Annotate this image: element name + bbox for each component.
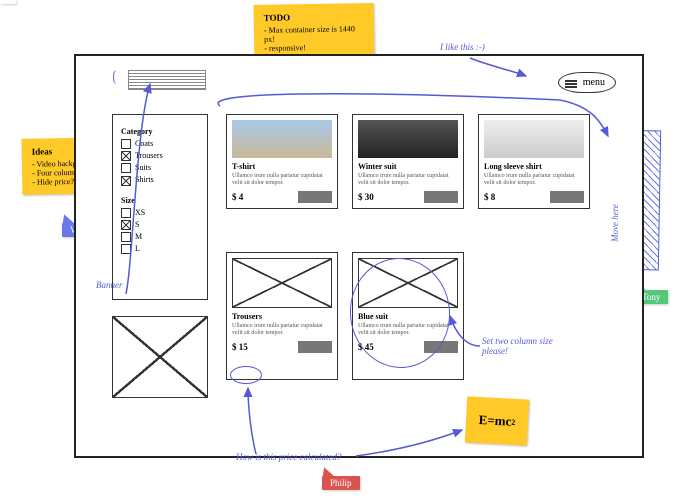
filter-option[interactable]: Coats — [121, 139, 199, 149]
filter-option[interactable]: S — [121, 220, 199, 230]
product-title: Trousers — [232, 312, 332, 321]
product-card[interactable]: Trousers Ullamco irure nulla pariatur cu… — [226, 252, 338, 380]
filters-panel[interactable]: Category Coats Trousers Suits Shirts Siz… — [112, 114, 208, 300]
annotation-price-q: How is this price calculated? — [236, 452, 342, 462]
image-placeholder[interactable] — [112, 316, 208, 398]
measure-icon: ⟮ — [112, 70, 117, 86]
annotation-circle-price — [230, 366, 262, 384]
sticky-todo-item: Max container size is 1440 px! — [264, 24, 364, 44]
product-price: $ 8 — [484, 192, 495, 202]
product-title: Long sleeve shirt — [484, 162, 584, 171]
product-card[interactable]: Long sleeve shirt Ullamco irure nulla pa… — [478, 114, 590, 209]
formula-text: E=mc — [478, 412, 511, 430]
annotation-move: Move here — [610, 204, 620, 242]
wireframe-canvas[interactable]: ⟮ menu Category Coats Trousers Suits Shi… — [74, 54, 644, 458]
product-desc: Ullamco irure nulla pariatur cupidatat v… — [232, 173, 332, 187]
buy-button[interactable] — [298, 341, 332, 353]
buy-button[interactable] — [298, 191, 332, 203]
product-desc: Ullamco irure nulla pariatur cupidatat v… — [232, 323, 332, 337]
sticky-todo-item: responsive! — [264, 42, 364, 53]
user-tag-philip: Philip — [322, 476, 360, 490]
menu-label: menu — [583, 77, 605, 88]
annotation-two-col: Set two column size please! — [482, 336, 572, 356]
product-card[interactable]: T-shirt Ullamco irure nulla pariatur cup… — [226, 114, 338, 209]
filters-size-heading: Size — [121, 196, 199, 205]
product-desc: Ullamco irure nulla pariatur cupidatat v… — [358, 173, 458, 187]
annotation-banner: Banner — [96, 280, 123, 290]
product-card[interactable]: Winter suit Ullamco irure nulla pariatur… — [352, 114, 464, 209]
user-tag-victoria — [0, 0, 16, 4]
product-title: Winter suit — [358, 162, 458, 171]
filter-option[interactable]: XS — [121, 208, 199, 218]
filter-option[interactable]: Shirts — [121, 175, 199, 185]
menu-button[interactable]: menu — [558, 72, 616, 93]
filter-option[interactable]: M — [121, 232, 199, 242]
filter-option[interactable]: Trousers — [121, 151, 199, 161]
product-image — [232, 120, 332, 158]
product-title: T-shirt — [232, 162, 332, 171]
sticky-formula[interactable]: E=mc2 — [465, 396, 529, 445]
sticky-todo-title: TODO — [264, 11, 364, 23]
product-price: $ 30 — [358, 192, 374, 202]
buy-button[interactable] — [550, 191, 584, 203]
product-price: $ 15 — [232, 342, 248, 352]
buy-button[interactable] — [424, 191, 458, 203]
product-image — [358, 120, 458, 158]
filter-option[interactable]: L — [121, 244, 199, 254]
product-desc: Ullamco irure nulla pariatur cupidatat v… — [484, 173, 584, 187]
product-image — [484, 120, 584, 158]
annotation-like: I like this :-) — [440, 42, 485, 52]
filters-category-heading: Category — [121, 127, 199, 136]
product-price: $ 4 — [232, 192, 243, 202]
sticky-todo[interactable]: TODO Max container size is 1440 px! resp… — [254, 3, 375, 61]
banner-placeholder[interactable] — [128, 70, 206, 90]
filter-option[interactable]: Suits — [121, 163, 199, 173]
product-image-placeholder — [232, 258, 332, 308]
